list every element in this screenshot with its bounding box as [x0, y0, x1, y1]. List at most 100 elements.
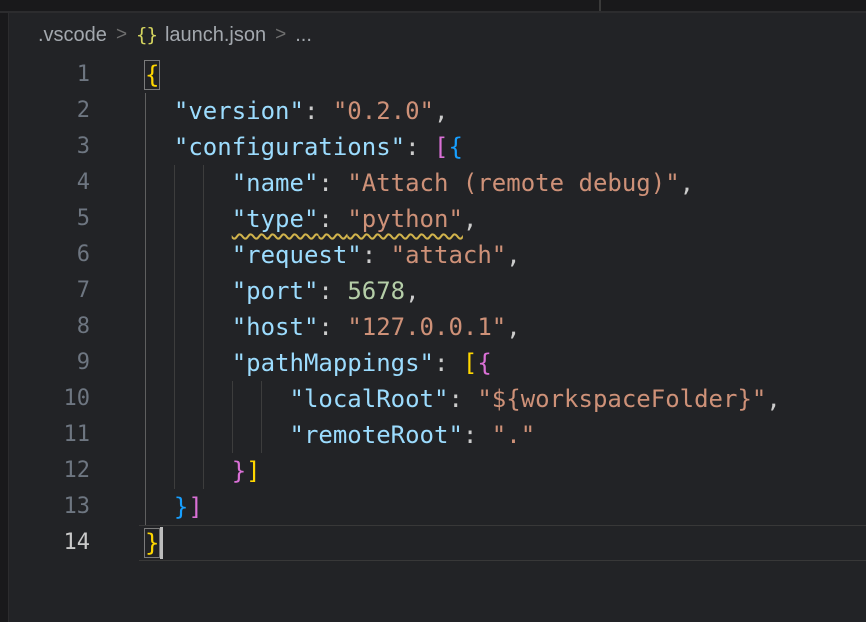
breadcrumb: .vscode > {} launch.json > ...: [9, 13, 866, 57]
code-line-11[interactable]: 11 "remoteRoot": ".": [9, 417, 866, 453]
code-line-7[interactable]: 7 "port": 5678,: [9, 273, 866, 309]
line-number[interactable]: 11: [9, 417, 90, 453]
line-number[interactable]: 2: [9, 93, 90, 129]
indent-guide: [203, 237, 204, 273]
code-token: "0.2.0": [333, 97, 434, 125]
indent-guide: [174, 453, 175, 489]
code-token: [: [463, 349, 477, 377]
code-token: "type": [232, 205, 319, 233]
code-line-13[interactable]: 13 }]: [9, 489, 866, 525]
breadcrumb-file[interactable]: launch.json: [165, 24, 266, 47]
indent-guide: [145, 309, 146, 345]
indent-guide: [232, 417, 233, 453]
vscode-editor-window: .vscode > {} launch.json > ... 1{2 "vers…: [0, 0, 866, 622]
code-token: :: [318, 313, 347, 341]
indent-guide: [232, 381, 233, 417]
indent-guide: [145, 237, 146, 273]
line-number[interactable]: 4: [9, 165, 90, 201]
code-token: [145, 493, 174, 521]
code-line-9[interactable]: 9 "pathMappings": [{: [9, 345, 866, 381]
line-number[interactable]: 9: [9, 345, 90, 381]
code-content: "remoteRoot": ".": [145, 417, 866, 453]
code-token: :: [318, 169, 347, 197]
line-number[interactable]: 12: [9, 453, 90, 489]
code-editor[interactable]: 1{2 "version": "0.2.0",3 "configurations…: [9, 57, 866, 561]
code-token: :: [434, 349, 463, 377]
code-token: [145, 277, 232, 305]
chevron-right-icon: >: [275, 24, 286, 46]
code-content: }]: [145, 453, 866, 489]
indent-guide: [174, 201, 175, 237]
code-token: ,: [463, 205, 477, 233]
indent-guide: [203, 381, 204, 417]
code-token: "python": [347, 205, 463, 233]
line-number[interactable]: 13: [9, 489, 90, 525]
breadcrumb-symbol-overflow[interactable]: ...: [295, 24, 312, 47]
line-number[interactable]: 7: [9, 273, 90, 309]
tab-bar: [0, 0, 866, 13]
line-number[interactable]: 6: [9, 237, 90, 273]
line-number[interactable]: 14: [9, 525, 90, 561]
indent-guide: [174, 165, 175, 201]
code-token: :: [405, 133, 434, 161]
indent-guide: [145, 201, 146, 237]
code-token: [145, 133, 174, 161]
code-token: ,: [405, 277, 419, 305]
code-token: ,: [434, 97, 448, 125]
code-token: "port": [232, 277, 319, 305]
matched-bracket: {: [145, 61, 159, 89]
code-token: ]: [246, 457, 260, 485]
line-number[interactable]: 5: [9, 201, 90, 237]
code-content: "version": "0.2.0",: [145, 93, 866, 129]
indent-guide: [145, 93, 146, 129]
breadcrumb-folder[interactable]: .vscode: [38, 24, 107, 47]
code-token: [145, 421, 290, 449]
indent-guide: [145, 273, 146, 309]
indent-guide: [145, 417, 146, 453]
code-token: "version": [174, 97, 304, 125]
code-token: "host": [232, 313, 319, 341]
code-token: [145, 313, 232, 341]
indent-guide: [203, 309, 204, 345]
code-content: {: [145, 57, 866, 93]
indent-guide: [145, 345, 146, 381]
code-token: "127.0.0.1": [347, 313, 506, 341]
code-token: "attach": [391, 241, 507, 269]
indent-guide: [174, 417, 175, 453]
code-line-6[interactable]: 6 "request": "attach",: [9, 237, 866, 273]
code-line-2[interactable]: 2 "version": "0.2.0",: [9, 93, 866, 129]
code-line-14[interactable]: 14}: [9, 525, 866, 561]
code-token: ".": [492, 421, 535, 449]
code-line-12[interactable]: 12 }]: [9, 453, 866, 489]
code-token: [145, 385, 290, 413]
indent-guide: [203, 201, 204, 237]
line-number[interactable]: 3: [9, 129, 90, 165]
code-line-8[interactable]: 8 "host": "127.0.0.1",: [9, 309, 866, 345]
line-number[interactable]: 10: [9, 381, 90, 417]
code-token: {: [477, 349, 491, 377]
code-token: "pathMappings": [232, 349, 434, 377]
line-number[interactable]: 1: [9, 57, 90, 93]
code-content: "request": "attach",: [145, 237, 866, 273]
text-cursor: [160, 527, 163, 559]
code-content: "host": "127.0.0.1",: [145, 309, 866, 345]
code-line-1[interactable]: 1{: [9, 57, 866, 93]
code-line-5[interactable]: 5 "type": "python",: [9, 201, 866, 237]
code-token: }: [174, 493, 188, 521]
code-line-10[interactable]: 10 "localRoot": "${workspaceFolder}",: [9, 381, 866, 417]
code-token: "Attach (remote debug)": [347, 169, 679, 197]
code-content: "type": "python",: [145, 201, 866, 237]
code-token: :: [463, 421, 492, 449]
code-token: ,: [506, 241, 520, 269]
indent-guide: [174, 345, 175, 381]
matched-bracket: }: [145, 529, 159, 557]
code-line-4[interactable]: 4 "name": "Attach (remote debug)",: [9, 165, 866, 201]
line-number[interactable]: 8: [9, 309, 90, 345]
code-token: "name": [232, 169, 319, 197]
code-content: "configurations": [{: [145, 129, 866, 165]
code-line-3[interactable]: 3 "configurations": [{: [9, 129, 866, 165]
code-token: ]: [188, 493, 202, 521]
indent-guide: [203, 273, 204, 309]
indent-guide: [174, 381, 175, 417]
code-content: }]: [145, 489, 866, 525]
